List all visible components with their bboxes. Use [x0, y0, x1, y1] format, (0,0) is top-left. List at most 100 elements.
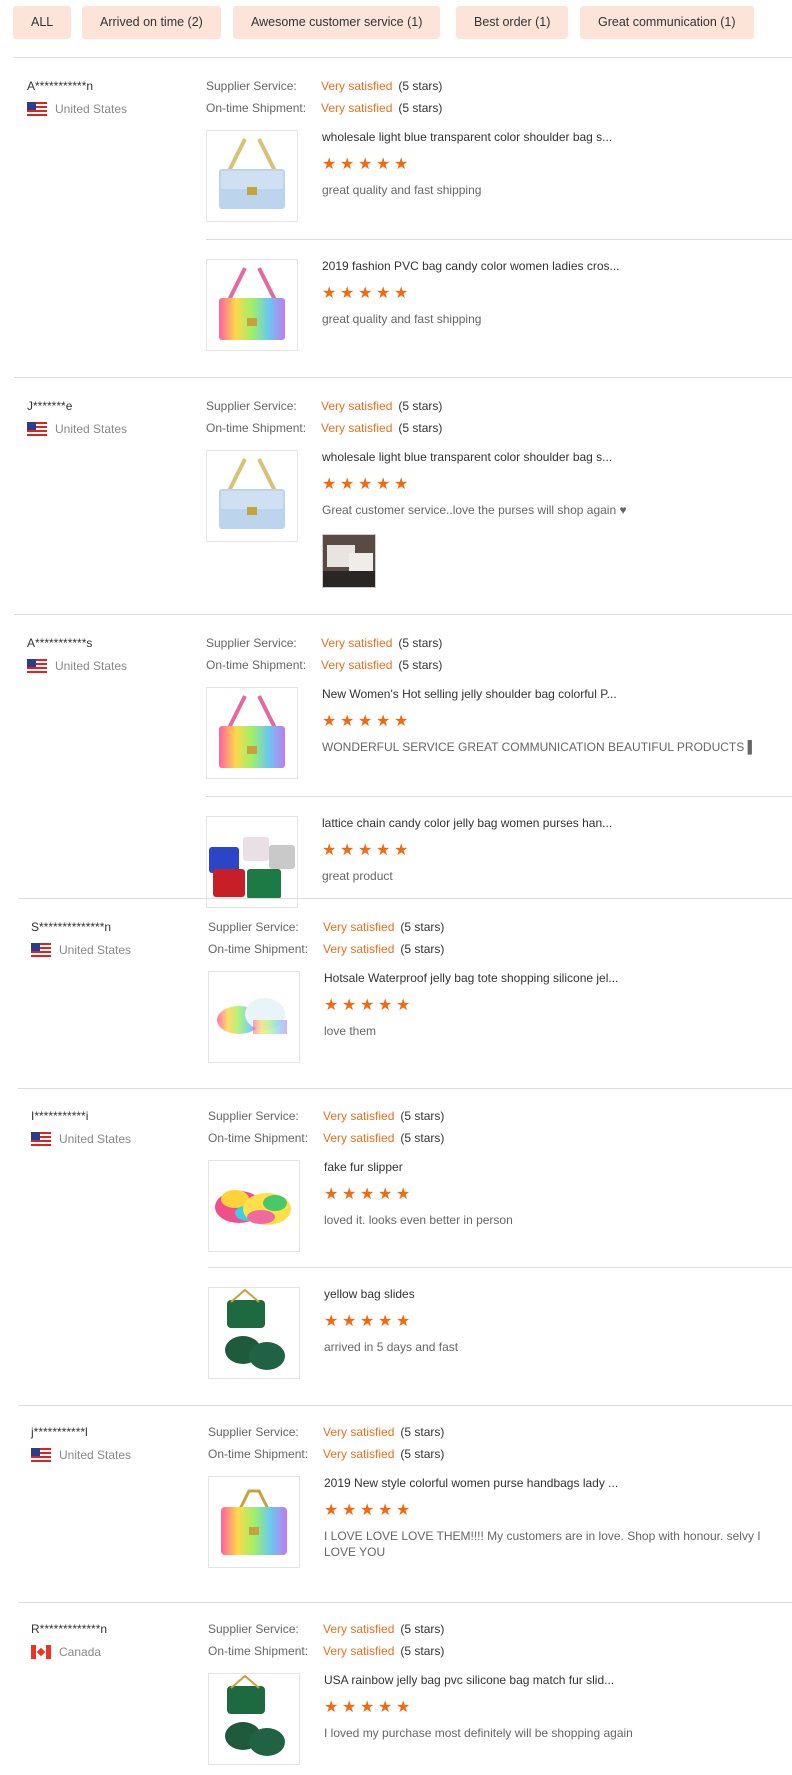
supplier-stars: (5 stars) — [400, 1109, 445, 1123]
product-review: fake fur slipper ★★★★★ loved it. looks e… — [208, 1160, 792, 1270]
shipment-label: On-time Shipment: — [208, 1131, 309, 1145]
shipment-rating: On-time Shipment: Very satisfied (5 stars) — [206, 100, 442, 122]
product-review: 2019 New style colorful women purse hand… — [208, 1476, 792, 1586]
country-name: United States — [59, 1448, 132, 1462]
store-ratings: Supplier Service: Very satisfied (5 stars)… — [206, 78, 442, 122]
star-icon: ★ — [324, 1502, 342, 1519]
store-ratings: Supplier Service: Very satisfied (5 stars)… — [208, 1108, 444, 1152]
supplier-value: Very satisfied — [323, 1622, 395, 1636]
star-icon: ★ — [396, 1313, 414, 1330]
star-icon: ★ — [394, 156, 412, 173]
product-divider — [208, 1267, 792, 1268]
filter-chip[interactable]: Arrived on time (2) — [82, 6, 221, 39]
buyer-country: United States — [27, 421, 207, 437]
product-title-link[interactable]: wholesale light blue transparent color s… — [322, 130, 612, 144]
review-divider — [14, 377, 792, 378]
shipment-label: On-time Shipment: — [208, 1644, 309, 1658]
product-star-rating: ★★★★★ — [322, 842, 412, 859]
supplier-label: Supplier Service: — [208, 1622, 299, 1636]
shipment-value: Very satisfied — [323, 1644, 395, 1658]
star-icon: ★ — [340, 156, 358, 173]
product-thumbnail[interactable] — [206, 450, 298, 542]
product-thumbnail[interactable] — [206, 816, 298, 908]
review-comment: I LOVE LOVE LOVE THEM!!!! My customers a… — [324, 1529, 761, 1559]
us-flag-icon — [31, 1448, 51, 1462]
shipment-rating: On-time Shipment: Very satisfied (5 stars) — [208, 1643, 444, 1665]
store-ratings: Supplier Service: Very satisfied (5 stars)… — [206, 398, 442, 442]
supplier-label: Supplier Service: — [206, 79, 297, 93]
product-review: wholesale light blue transparent color s… — [206, 450, 792, 588]
country-name: United States — [55, 422, 128, 436]
star-icon: ★ — [396, 1699, 414, 1716]
shipment-value: Very satisfied — [321, 658, 393, 672]
buyer-country: Canada — [31, 1644, 211, 1660]
product-review: 2019 fashion PVC bag candy color women l… — [206, 239, 792, 369]
supplier-rating: Supplier Service: Very satisfied (5 stars) — [208, 1621, 444, 1643]
supplier-stars: (5 stars) — [400, 1622, 445, 1636]
star-icon: ★ — [396, 1502, 414, 1519]
supplier-rating: Supplier Service: Very satisfied (5 stars) — [208, 919, 444, 941]
star-icon: ★ — [358, 156, 376, 173]
buyer-country: United States — [31, 1131, 211, 1147]
product-thumbnail[interactable] — [208, 1673, 300, 1765]
filter-chip[interactable]: Best order (1) — [456, 6, 569, 39]
supplier-label: Supplier Service: — [208, 1425, 299, 1439]
star-icon: ★ — [324, 997, 342, 1014]
shipment-rating: On-time Shipment: Very satisfied (5 stars) — [208, 1446, 444, 1468]
product-title-link[interactable]: New Women's Hot selling jelly shoulder b… — [322, 687, 617, 701]
filter-chip[interactable]: Awesome customer service (1) — [233, 6, 441, 39]
buyer-name: S**************n — [31, 920, 112, 934]
product-title-link[interactable]: yellow bag slides — [324, 1287, 415, 1301]
supplier-rating: Supplier Service: Very satisfied (5 stars) — [208, 1108, 444, 1130]
product-thumbnail[interactable] — [208, 971, 300, 1063]
star-icon: ★ — [396, 1186, 414, 1203]
shipment-stars: (5 stars) — [400, 942, 445, 956]
store-ratings: Supplier Service: Very satisfied (5 stars)… — [206, 635, 442, 679]
product-star-rating: ★★★★★ — [324, 1186, 414, 1203]
product-thumbnail[interactable] — [206, 259, 298, 351]
filter-chip[interactable]: Great communication (1) — [580, 6, 754, 39]
product-review: lattice chain candy color jelly bag wome… — [206, 796, 792, 926]
product-star-rating: ★★★★★ — [322, 476, 412, 493]
supplier-value: Very satisfied — [321, 399, 393, 413]
review-divider — [18, 1405, 792, 1406]
buyer-country: United States — [27, 658, 207, 674]
supplier-stars: (5 stars) — [400, 1425, 445, 1439]
product-thumbnail[interactable] — [206, 687, 298, 779]
product-review: Hotsale Waterproof jelly bag tote shoppi… — [208, 971, 792, 1081]
us-flag-icon — [27, 422, 47, 436]
product-star-rating: ★★★★★ — [324, 1502, 414, 1519]
buyer-name: A***********s — [27, 636, 93, 650]
product-thumbnail[interactable] — [206, 130, 298, 222]
buyer-info: J*******e United States — [27, 398, 207, 437]
product-title-link[interactable]: wholesale light blue transparent color s… — [322, 450, 612, 464]
product-thumbnail[interactable] — [208, 1160, 300, 1252]
review-photo[interactable] — [322, 534, 376, 588]
buyer-info: A***********n United States — [27, 78, 207, 117]
product-title-link[interactable]: USA rainbow jelly bag pvc silicone bag m… — [324, 1673, 614, 1687]
product-title-link[interactable]: fake fur slipper — [324, 1160, 403, 1174]
product-thumbnail[interactable] — [208, 1287, 300, 1379]
star-icon: ★ — [358, 842, 376, 859]
product-star-rating: ★★★★★ — [322, 156, 412, 173]
product-title-link[interactable]: 2019 New style colorful women purse hand… — [324, 1476, 618, 1490]
star-icon: ★ — [394, 476, 412, 493]
country-name: United States — [55, 102, 128, 116]
supplier-stars: (5 stars) — [400, 920, 445, 934]
country-name: United States — [59, 943, 132, 957]
product-title-link[interactable]: 2019 fashion PVC bag candy color women l… — [322, 259, 620, 273]
review-divider — [18, 1602, 792, 1603]
review-comment: love them — [324, 1024, 377, 1038]
us-flag-icon — [27, 102, 47, 116]
supplier-label: Supplier Service: — [208, 1109, 299, 1123]
shipment-value: Very satisfied — [323, 1447, 395, 1461]
product-title-link[interactable]: Hotsale Waterproof jelly bag tote shoppi… — [324, 971, 618, 985]
product-thumbnail[interactable] — [208, 1476, 300, 1568]
supplier-value: Very satisfied — [323, 1425, 395, 1439]
product-title-link[interactable]: lattice chain candy color jelly bag wome… — [322, 816, 612, 830]
star-icon: ★ — [342, 1502, 360, 1519]
buyer-name: I***********i — [31, 1109, 89, 1123]
filter-chip[interactable]: ALL — [13, 6, 72, 39]
review-divider — [14, 614, 792, 615]
shipment-stars: (5 stars) — [400, 1447, 445, 1461]
